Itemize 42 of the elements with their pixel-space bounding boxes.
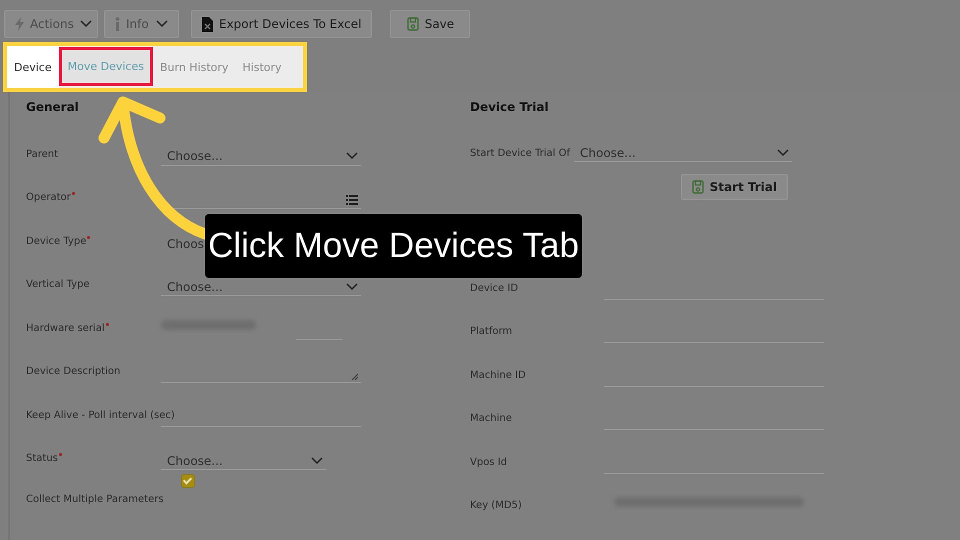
field-label: Vpos Id (470, 456, 507, 468)
callout-caption: Click Move Devices Tab (205, 214, 582, 278)
dropdown[interactable]: Choose... (161, 148, 361, 166)
chevron-icon (777, 148, 789, 156)
bolt-icon (15, 17, 24, 31)
info-icon (115, 17, 120, 31)
toolbar-button[interactable]: Save (390, 10, 470, 38)
save-icon (692, 180, 704, 194)
toolbar-button[interactable]: Export Devices To Excel (191, 10, 372, 38)
section-title: Device Trial (470, 99, 550, 116)
chevron-icon (156, 20, 168, 28)
dropdown[interactable]: Choose... (574, 144, 792, 162)
field-label: Keep Alive - Poll interval (sec) (26, 410, 175, 420)
field-label: Status (26, 453, 62, 464)
spreadsheet-icon (202, 16, 213, 32)
field-label: Device Description (26, 366, 120, 377)
tab[interactable]: Move Devices (58, 47, 153, 86)
chevron-icon (80, 20, 92, 28)
field-label: Platform (470, 326, 512, 337)
chevron-icon (346, 282, 358, 290)
field-label: Device ID (470, 282, 518, 294)
chevron-icon (346, 152, 358, 160)
dropdown[interactable]: Choos (161, 234, 205, 252)
section-title: General (26, 99, 80, 116)
field-label: Key (MD5) (470, 500, 522, 511)
dropdown[interactable]: Choose... (161, 452, 326, 470)
field-label: Device Type (26, 236, 90, 246)
tab[interactable]: Device (7, 46, 59, 88)
list-icon (346, 194, 358, 204)
chevron-icon (311, 456, 323, 464)
field-label: Hardware serial (26, 322, 109, 334)
field-label: Parent (26, 148, 58, 160)
field-label: Machine ID (470, 370, 526, 380)
field-label: Machine (470, 413, 512, 424)
field-label: Start Device Trial Of (470, 148, 570, 161)
start-trial-button[interactable]: Start Trial (680, 174, 788, 200)
save-icon (406, 17, 419, 31)
field-label: Vertical Type (26, 279, 90, 290)
field-label: Operator (26, 192, 75, 203)
checkbox[interactable] (181, 474, 195, 488)
resize-grip-icon (351, 373, 358, 380)
field-label: Collect Multiple Parameters (26, 494, 164, 505)
